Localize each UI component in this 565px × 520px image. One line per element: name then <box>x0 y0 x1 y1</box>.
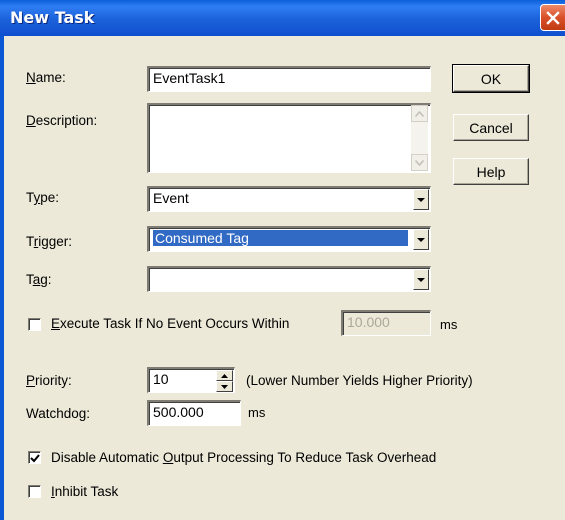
name-value: EventTask1 <box>153 70 226 86</box>
execute-timeout-input[interactable]: 10.000 <box>341 310 431 336</box>
type-dropdown-arrow-icon[interactable] <box>413 189 429 210</box>
window-title: New Task <box>10 8 95 27</box>
name-label: Name: <box>26 70 66 85</box>
ok-button[interactable]: OK <box>452 64 530 93</box>
execute-timeout-value: 10.000 <box>347 314 390 330</box>
title-bar[interactable]: New Task <box>0 0 565 36</box>
trigger-value: Consumed Tag <box>153 230 408 246</box>
watchdog-label: Watchdog: <box>26 406 91 421</box>
tag-dropdown-arrow-icon[interactable] <box>413 269 429 290</box>
type-value: Event <box>153 190 189 206</box>
spin-down-button[interactable] <box>216 381 233 392</box>
name-input[interactable]: EventTask1 <box>147 66 431 92</box>
window-border <box>0 36 4 520</box>
type-dropdown[interactable]: Event <box>147 186 431 212</box>
type-label: Type: <box>26 190 60 205</box>
execute-unit: ms <box>440 317 458 332</box>
trigger-dropdown-arrow-icon[interactable] <box>413 229 429 250</box>
execute-checkbox[interactable] <box>28 318 41 331</box>
inhibit-task-checkbox[interactable] <box>28 485 41 498</box>
tag-label: Tag: <box>26 272 52 287</box>
priority-spinner[interactable] <box>216 370 233 392</box>
watchdog-value: 500.000 <box>153 404 204 420</box>
inhibit-task-label[interactable]: Inhibit Task <box>51 484 118 499</box>
trigger-label: Trigger: <box>26 234 73 249</box>
cancel-button[interactable]: Cancel <box>453 114 529 141</box>
watchdog-input[interactable]: 500.000 <box>147 400 241 426</box>
description-scrollbar[interactable] <box>411 105 428 171</box>
priority-hint: (Lower Number Yields Higher Priority) <box>246 373 473 388</box>
chevron-up-icon <box>415 110 424 117</box>
close-icon <box>546 11 560 25</box>
tag-dropdown[interactable] <box>147 266 431 292</box>
chevron-down-icon <box>415 159 424 166</box>
priority-label: Priority: <box>26 373 72 388</box>
spin-down-icon <box>221 384 228 389</box>
description-label: Description: <box>26 113 98 128</box>
execute-label[interactable]: Execute Task If No Event Occurs Within <box>51 316 289 331</box>
disable-output-checkbox[interactable] <box>28 451 41 464</box>
watchdog-unit: ms <box>248 405 266 420</box>
spin-up-icon <box>221 373 228 378</box>
scroll-down-button[interactable] <box>411 154 428 171</box>
description-textarea[interactable] <box>147 103 431 173</box>
checkmark-icon <box>30 454 40 463</box>
scroll-up-button[interactable] <box>411 105 428 122</box>
help-button[interactable]: Help <box>453 158 529 185</box>
close-button[interactable] <box>540 4 565 31</box>
trigger-dropdown[interactable]: Consumed Tag <box>147 226 431 252</box>
priority-value: 10 <box>153 371 169 387</box>
spin-up-button[interactable] <box>216 370 233 381</box>
disable-output-label[interactable]: Disable Automatic Output Processing To R… <box>51 450 436 465</box>
